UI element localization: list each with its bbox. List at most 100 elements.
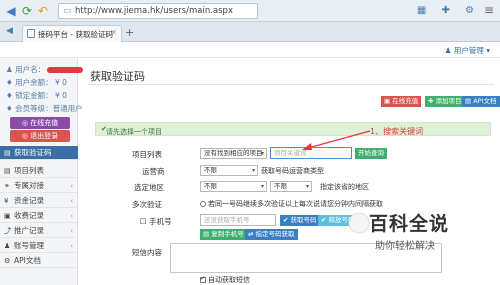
annotation-text: 1、搜索关键词 — [370, 127, 424, 136]
online-recharge-label: 在线充值 — [30, 119, 59, 127]
hint-alert: ✔ 请先选择一个项目 — [95, 122, 491, 136]
phone-placeholder: 还没获取手机号 — [204, 216, 250, 224]
chevron-left-icon: ‹ — [70, 182, 73, 190]
carrier-select[interactable]: 不限 ▾ — [200, 165, 258, 176]
menu-icon[interactable]: ≡ — [484, 3, 494, 17]
address-url[interactable]: http://www.jiema.hk/users/main.aspx — [75, 6, 233, 16]
sidebar-item-label: 专属对接 — [14, 181, 44, 190]
recharge-button[interactable]: ▣ 在线充值 — [381, 96, 422, 107]
money-icon: ¥ — [4, 197, 9, 205]
get-number-button[interactable]: ✔ 获取号码 — [280, 215, 320, 226]
copy-phone-label: 复制手机号 — [211, 230, 244, 238]
checkbox-icon[interactable] — [200, 275, 206, 283]
auto-get-label: 自动获取短信 — [208, 276, 250, 284]
watermark-title: 百科全说 — [369, 213, 450, 235]
city-select-value: 不限 — [274, 182, 287, 190]
watermark-logo-icon — [348, 212, 370, 234]
phone-label-text: 手机号 — [149, 217, 172, 226]
chevron-down-icon: ▾ — [251, 167, 255, 174]
title-divider — [88, 84, 494, 85]
region-label: 选定地区 — [134, 183, 164, 192]
sms-label: 短信内容 — [132, 248, 162, 257]
api-doc-button[interactable]: ▤ API文档 — [462, 96, 500, 107]
doc-icon: ⚙ — [4, 257, 11, 265]
toolbar-icons[interactable]: ▦ ✚ ⚙ — [417, 5, 480, 16]
sidebar-item-label: 账号管理 — [14, 241, 44, 250]
radio-icon[interactable] — [200, 201, 206, 207]
auto-get-option[interactable]: 自动获取短信 — [200, 275, 250, 285]
phone-input[interactable]: 还没获取手机号 — [200, 214, 276, 226]
annotation-arrow-icon — [302, 130, 371, 150]
sidebar: ♟ 用户名： ♦ 用户余额： ¥ 0 ♦ 锁定金额： ¥ 0 ♦ 会员等级：普通… — [0, 58, 84, 285]
sidebar-item-projects[interactable]: ▤ 项目列表 — [0, 164, 78, 178]
share-icon: ⤴ — [4, 227, 11, 235]
specify-number-button[interactable]: ⇄ 指定号码获取 — [245, 229, 298, 240]
frozen-line: ♦ 锁定金额： ¥ 0 — [6, 91, 67, 100]
project-select-value: 没有找到相应的项目 — [204, 149, 263, 157]
sidebar-item-promo[interactable]: ⤴ 推广记录 ‹ — [0, 224, 78, 238]
sidebar-item-label: API文档 — [14, 256, 41, 265]
list-icon: ▤ — [4, 167, 11, 175]
chevron-down-icon: ▾ — [260, 183, 264, 190]
recharge-label: 在线充值 — [392, 97, 419, 105]
chevron-down-icon: ▾ — [260, 150, 264, 157]
region-note: 指定该省的地区 — [320, 183, 369, 191]
get-number-label: 获取号码 — [290, 216, 317, 224]
page-title: 获取验证码 — [90, 70, 145, 83]
balance-line: ♦ 用户余额： ¥ 0 — [6, 78, 67, 87]
carrier-select-value: 不限 — [204, 166, 217, 174]
sidebar-item-get-code[interactable]: ▤ 获取验证码 — [0, 146, 78, 160]
api-doc-label: API文档 — [473, 97, 497, 105]
tab-back-icon[interactable]: ◀ — [6, 26, 13, 36]
tab-page-icon — [27, 29, 35, 38]
province-select[interactable]: 不限 ▾ — [200, 181, 267, 192]
chevron-left-icon: ‹ — [70, 212, 73, 220]
receipt-icon: ▣ — [4, 212, 11, 220]
balance-text: 用户余额： ¥ 0 — [15, 78, 67, 87]
sidebar-item-charges[interactable]: ▣ 收费记录 ‹ — [0, 209, 78, 223]
user-mgmt-label: 用户管理 — [453, 46, 484, 55]
project-label: 项目列表 — [132, 150, 162, 159]
add-project-label: 添加项目 — [435, 97, 462, 105]
username-line: ♟ 用户名： — [6, 64, 84, 75]
tab-title: 接码平台 - 获取验证码 — [38, 30, 113, 39]
tab-bar: ◀ 接码平台 - 获取验证码 ✕ + — [0, 22, 500, 42]
sidebar-item-funds[interactable]: ¥ 资金记录 ‹ — [0, 194, 78, 208]
sidebar-item-label: 推广记录 — [14, 226, 44, 235]
user-mgmt-menu[interactable]: ♟ 用户管理 ▾ — [445, 45, 490, 56]
user-icon: ♟ — [4, 242, 11, 250]
multi-verify-label: 多次验证 — [132, 200, 162, 209]
watermark-subtitle: 助你轻松解决 — [375, 241, 435, 252]
multi-verify-note: 若同一号码继续多次验证以上每次说请您分钟内间隔获取 — [208, 200, 383, 208]
browser-tab[interactable]: 接码平台 - 获取验证码 ✕ — [22, 25, 122, 42]
link-icon: ⚭ — [4, 182, 10, 190]
add-project-button[interactable]: ✚ 添加项目 — [425, 96, 465, 107]
chevron-left-icon: ‹ — [70, 242, 73, 250]
multi-verify-option[interactable]: 若同一号码继续多次验证以上每次说请您分钟内间隔获取 — [200, 199, 383, 209]
sidebar-item-label: 收费记录 — [14, 211, 44, 220]
back-arrow-icon[interactable]: ◀ — [4, 4, 18, 18]
province-select-value: 不限 — [204, 182, 217, 190]
level-text: 会员等级：普通用户 — [15, 104, 83, 113]
sidebar-item-label: 资金记录 — [14, 196, 44, 205]
sidebar-item-account[interactable]: ♟ 账号管理 ‹ — [0, 239, 78, 253]
username-label: 用户名： — [15, 65, 46, 74]
copy-phone-button[interactable]: ▤ 复制手机号 — [200, 229, 247, 240]
logout-button[interactable]: ◎ 退出登录 — [10, 130, 70, 142]
undo-icon[interactable]: ↶ — [36, 4, 50, 18]
address-bar[interactable]: ▭ http://www.jiema.hk/users/main.aspx — [58, 3, 258, 19]
city-select[interactable]: 不限 ▾ — [270, 181, 312, 192]
close-icon[interactable]: ✕ — [110, 28, 117, 37]
sidebar-item-dedicated[interactable]: ⚭ 专属对接 ‹ — [0, 179, 78, 193]
online-recharge-button[interactable]: ◎ 在线充值 — [10, 117, 70, 129]
project-select[interactable]: 没有找到相应的项目 ▾ — [200, 148, 267, 159]
page-icon: ▭ — [63, 6, 72, 16]
redacted-username — [47, 67, 84, 73]
refresh-icon[interactable]: ⟳ — [20, 4, 34, 18]
sidebar-item-api[interactable]: ⚙ API文档 — [0, 254, 78, 268]
chevron-left-icon: ‹ — [70, 197, 73, 205]
new-tab-icon[interactable]: + — [125, 26, 134, 39]
phone-label: ☐ 手机号 — [140, 217, 172, 226]
carrier-note: 获取号码运营商类型 — [261, 167, 324, 175]
carrier-label: 运营商 — [142, 167, 165, 176]
